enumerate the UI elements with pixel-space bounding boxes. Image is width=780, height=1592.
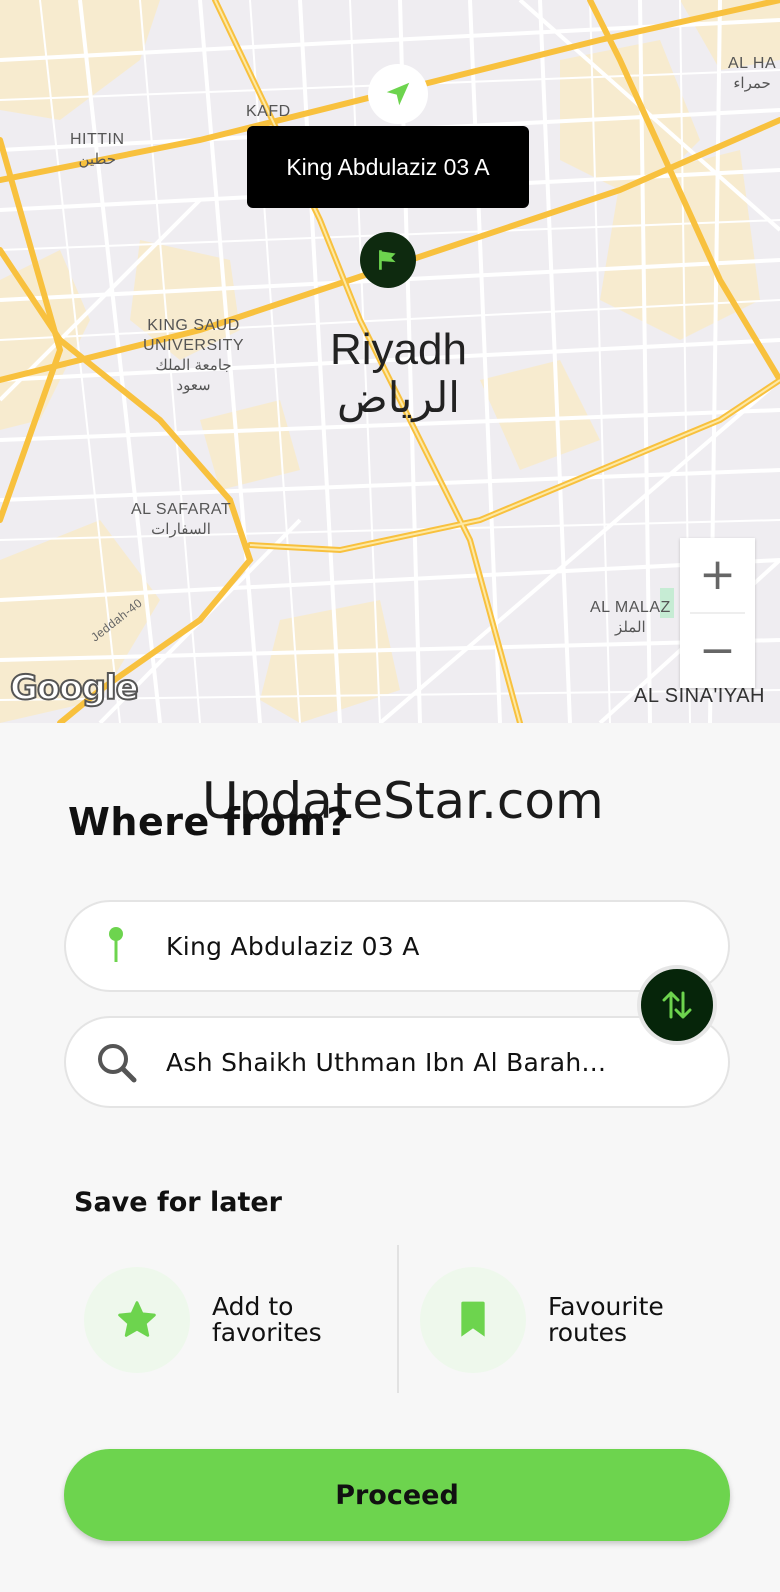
label-en: HITTIN bbox=[70, 131, 125, 148]
label-ar: الملز bbox=[615, 619, 646, 636]
star-icon bbox=[84, 1267, 190, 1373]
swap-arrows-icon bbox=[662, 991, 692, 1019]
search-icon bbox=[66, 1040, 166, 1084]
zoom-out-button[interactable]: − bbox=[680, 614, 755, 688]
map-view[interactable]: HITTIN حطين KAFD AL HA حمراء KING SAUD U… bbox=[0, 0, 780, 723]
city-label: Riyadh الرياض bbox=[330, 326, 467, 422]
google-logo: Google bbox=[9, 667, 140, 709]
add-to-favorites-label: Add to favorites bbox=[212, 1292, 322, 1347]
destination-value: Ash Shaikh Uthman Ibn Al Barah... bbox=[166, 1047, 607, 1077]
map-label-malaz: AL MALAZ الملز bbox=[590, 598, 671, 638]
bookmark-icon bbox=[420, 1267, 526, 1373]
add-to-favorites-button[interactable]: Add to favorites bbox=[84, 1265, 362, 1375]
label-ar: جامعة الملك سعود bbox=[155, 357, 232, 394]
label-en: AL MALAZ bbox=[590, 599, 671, 616]
map-label-ksu: KING SAUD UNIVERSITY جامعة الملك سعود bbox=[143, 296, 244, 416]
label-en: AL SAFARAT bbox=[131, 501, 232, 518]
location-tooltip: King Abdulaziz 03 A bbox=[247, 126, 529, 208]
star-icon-svg bbox=[118, 1301, 156, 1337]
search-icon-svg bbox=[98, 1044, 137, 1083]
flag-icon-svg bbox=[379, 250, 396, 270]
swap-locations-button[interactable] bbox=[637, 965, 717, 1045]
options-divider bbox=[397, 1245, 399, 1393]
page-title: Where from? bbox=[68, 800, 349, 844]
favourite-routes-label: Favourite routes bbox=[548, 1292, 664, 1347]
proceed-button[interactable]: Proceed bbox=[64, 1449, 730, 1541]
save-for-later-heading: Save for later bbox=[74, 1187, 282, 1218]
label-en: KING SAUD UNIVERSITY bbox=[143, 317, 245, 354]
origin-value: King Abdulaziz 03 A bbox=[166, 931, 420, 961]
label-ar: حطين bbox=[78, 151, 117, 168]
city-label-en: Riyadh bbox=[330, 325, 467, 374]
map-label-hittin: HITTIN حطين bbox=[70, 130, 125, 170]
map-label-kafd: KAFD bbox=[246, 103, 291, 120]
favourite-routes-button[interactable]: Favourite routes bbox=[420, 1265, 698, 1375]
location-pin-icon bbox=[66, 926, 166, 966]
zoom-controls: + − bbox=[680, 538, 755, 688]
label-ar: حمراء bbox=[733, 75, 771, 92]
label-ar: السفارات bbox=[151, 521, 211, 538]
flag-icon[interactable] bbox=[360, 232, 416, 288]
bookmark-icon-svg bbox=[461, 1301, 485, 1337]
origin-field[interactable]: King Abdulaziz 03 A bbox=[64, 900, 730, 992]
destination-field[interactable]: Ash Shaikh Uthman Ibn Al Barah... bbox=[64, 1016, 730, 1108]
navigation-arrow-icon-svg bbox=[386, 82, 410, 106]
map-label-sinaiyah: AL SINA'IYAH bbox=[634, 685, 765, 707]
map-label-al-ha: AL HA حمراء bbox=[728, 54, 776, 94]
city-label-ar: الرياض bbox=[337, 374, 460, 421]
zoom-in-button[interactable]: + bbox=[680, 538, 755, 612]
navigation-arrow-icon[interactable] bbox=[368, 64, 428, 124]
map-label-safarat: AL SAFARAT السفارات bbox=[131, 500, 231, 540]
label-en: AL HA bbox=[728, 55, 777, 72]
location-pin-icon-svg bbox=[109, 927, 123, 962]
